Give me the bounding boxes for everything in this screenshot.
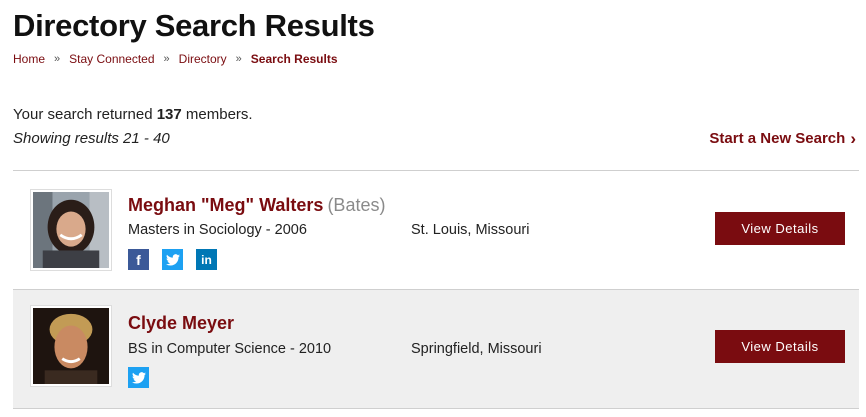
profile-photo [33,308,109,384]
member-name-text[interactable]: Meghan "Meg" Walters [128,195,323,215]
view-details-button[interactable]: View Details [715,212,845,245]
showing-range: Showing results 21 - 40 [13,130,170,147]
social-links [128,367,149,388]
member-name[interactable]: Clyde Meyer [128,313,234,334]
breadcrumb: Home » Stay Connected » Directory » Sear… [13,52,338,66]
result-row: Meghan "Meg" Walters (Bates) Masters in S… [13,171,859,289]
results-summary: Your search returned 137 members. [13,106,253,123]
start-new-search-link[interactable]: Start a New Search › [709,130,856,147]
summary-prefix: Your search returned [13,106,157,123]
member-name[interactable]: Meghan "Meg" Walters (Bates) [128,195,385,216]
profile-photo [33,192,109,268]
twitter-icon[interactable] [162,249,183,270]
member-location: Springfield, Missouri [411,341,542,357]
avatar[interactable] [30,189,112,271]
member-degree: BS in Computer Science - 2010 [128,341,332,357]
new-search-label: Start a New Search [709,130,846,147]
breadcrumb-home[interactable]: Home [13,52,45,66]
linkedin-icon[interactable]: in [196,249,217,270]
summary-suffix: members. [181,106,253,123]
breadcrumb-separator: » [163,53,170,65]
breadcrumb-separator: » [235,53,242,65]
results-count: 137 [156,106,182,123]
chevron-right-icon: › [850,129,856,148]
social-links: f in [128,249,217,270]
twitter-icon[interactable] [128,367,149,388]
member-location: St. Louis, Missouri [411,222,530,238]
breadcrumb-separator: » [54,53,61,65]
breadcrumb-stay-connected[interactable]: Stay Connected [69,52,154,66]
facebook-icon[interactable]: f [128,249,149,270]
member-degree: Masters in Sociology - 2006 [128,222,307,238]
divider [13,408,859,409]
result-row: Clyde Meyer BS in Computer Science - 201… [13,290,859,408]
page-title: Directory Search Results [13,8,375,43]
avatar[interactable] [30,305,112,387]
maiden-name: (Bates) [327,195,386,215]
breadcrumb-directory[interactable]: Directory [179,52,227,66]
breadcrumb-current: Search Results [250,52,338,66]
view-details-button[interactable]: View Details [715,330,845,363]
